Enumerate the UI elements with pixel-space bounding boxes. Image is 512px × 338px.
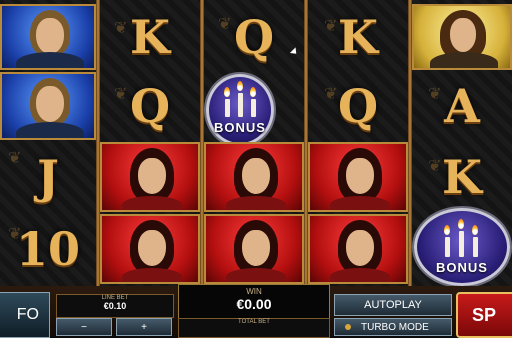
letter-q-symbol: ❦ Q xyxy=(324,79,379,133)
letter-k: K xyxy=(338,10,378,64)
heroine-symbol xyxy=(100,142,200,212)
letter-k-symbol: ❦ K xyxy=(114,10,170,64)
win-label: WIN xyxy=(246,287,262,296)
heroine-symbol xyxy=(204,142,304,212)
line-bet-display: LINE BET €0.10 xyxy=(56,294,174,318)
number-ten: 10 xyxy=(15,222,80,276)
letter-q: Q xyxy=(129,79,171,133)
letter-q: Q xyxy=(233,10,275,64)
letter-k-symbol: ❦ K xyxy=(428,150,482,204)
villain-symbol xyxy=(412,4,512,70)
letter-q-symbol: ❦ Q xyxy=(218,10,275,64)
bonus-candles-symbol: BONUS xyxy=(206,74,274,146)
letter-k: K xyxy=(130,10,170,64)
letter-k-symbol: ❦ K xyxy=(324,10,378,64)
turbo-indicator-icon xyxy=(345,324,351,330)
bonus-candles-symbol: BONUS xyxy=(414,208,510,286)
heroine-symbol xyxy=(100,214,200,284)
total-bet-display: TOTAL BET xyxy=(178,318,330,338)
letter-j: J xyxy=(37,150,59,204)
bonus-label: BONUS xyxy=(214,120,266,135)
bonus-label: BONUS xyxy=(436,260,488,275)
increase-bet-button[interactable]: + xyxy=(116,318,172,336)
win-value: €0.00 xyxy=(236,296,272,312)
hero-prince-symbol xyxy=(0,72,96,140)
letter-a: A xyxy=(444,79,480,133)
letter-k: K xyxy=(442,150,482,204)
decrease-bet-button[interactable]: − xyxy=(56,318,112,336)
hero-prince-symbol xyxy=(0,4,96,70)
heroine-symbol xyxy=(308,214,408,284)
slot-game: ❦ J ❦ 10 ❦ K ❦ Q ❦ Q BONUS ❦ K ❦ Q ❦ A ❦… xyxy=(0,0,512,338)
turbo-mode-toggle[interactable]: TURBO MODE xyxy=(334,318,452,336)
letter-a-symbol: ❦ A xyxy=(428,79,480,133)
heroine-symbol xyxy=(204,214,304,284)
info-button[interactable]: FO xyxy=(0,292,50,338)
letter-q-symbol: ❦ Q xyxy=(114,79,171,133)
heroine-symbol xyxy=(308,142,408,212)
ten-symbol: ❦ 10 xyxy=(8,222,80,276)
autoplay-button[interactable]: AUTOPLAY xyxy=(334,294,452,316)
line-bet-value: €0.10 xyxy=(103,301,127,311)
letter-j-symbol: ❦ J xyxy=(8,148,59,204)
total-bet-label: TOTAL BET xyxy=(238,319,270,325)
spin-button[interactable]: SP xyxy=(456,292,512,338)
letter-q: Q xyxy=(337,79,379,133)
win-display: WIN €0.00 xyxy=(178,284,330,320)
